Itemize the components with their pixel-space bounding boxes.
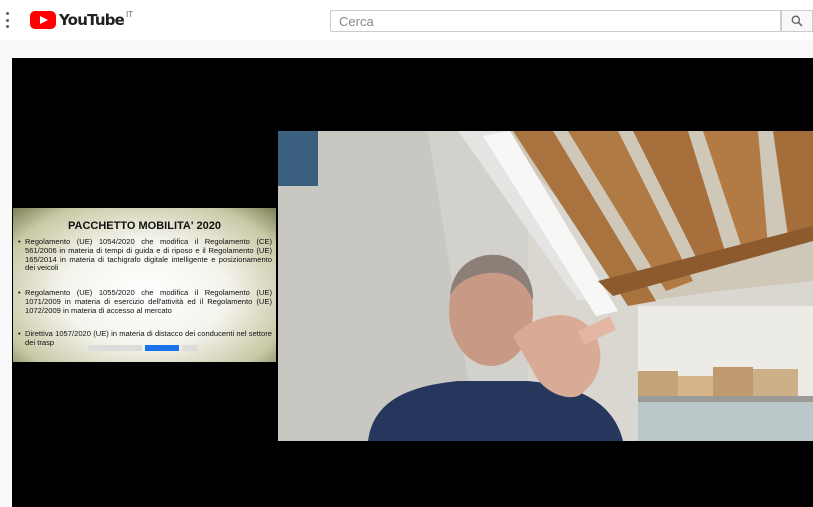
search-input[interactable]	[330, 10, 781, 32]
youtube-logo[interactable]: YouTube IT	[30, 9, 134, 29]
webcam-image	[278, 131, 813, 441]
logo-text: YouTube	[59, 11, 125, 29]
presentation-slide: PACCHETTO MOBILITA' 2020 Regolamento (UE…	[13, 208, 276, 362]
screen-share-bar	[88, 344, 198, 351]
masthead: YouTube IT	[0, 0, 813, 40]
slide-bullet: Regolamento (UE) 1054/2020 che modifica …	[18, 237, 272, 273]
share-notice	[88, 344, 142, 351]
more-vertical-icon[interactable]	[4, 12, 10, 28]
search-icon	[791, 15, 803, 27]
slide-bullet: Regolamento (UE) 1055/2020 che modifica …	[18, 288, 272, 315]
hide-button	[182, 344, 198, 351]
slide-title: PACCHETTO MOBILITA' 2020	[68, 220, 221, 232]
webcam-feed	[278, 131, 813, 441]
play-logo-icon	[30, 11, 56, 29]
stop-sharing-button	[145, 344, 179, 351]
search-button[interactable]	[781, 10, 813, 32]
country-code: IT	[126, 9, 134, 19]
